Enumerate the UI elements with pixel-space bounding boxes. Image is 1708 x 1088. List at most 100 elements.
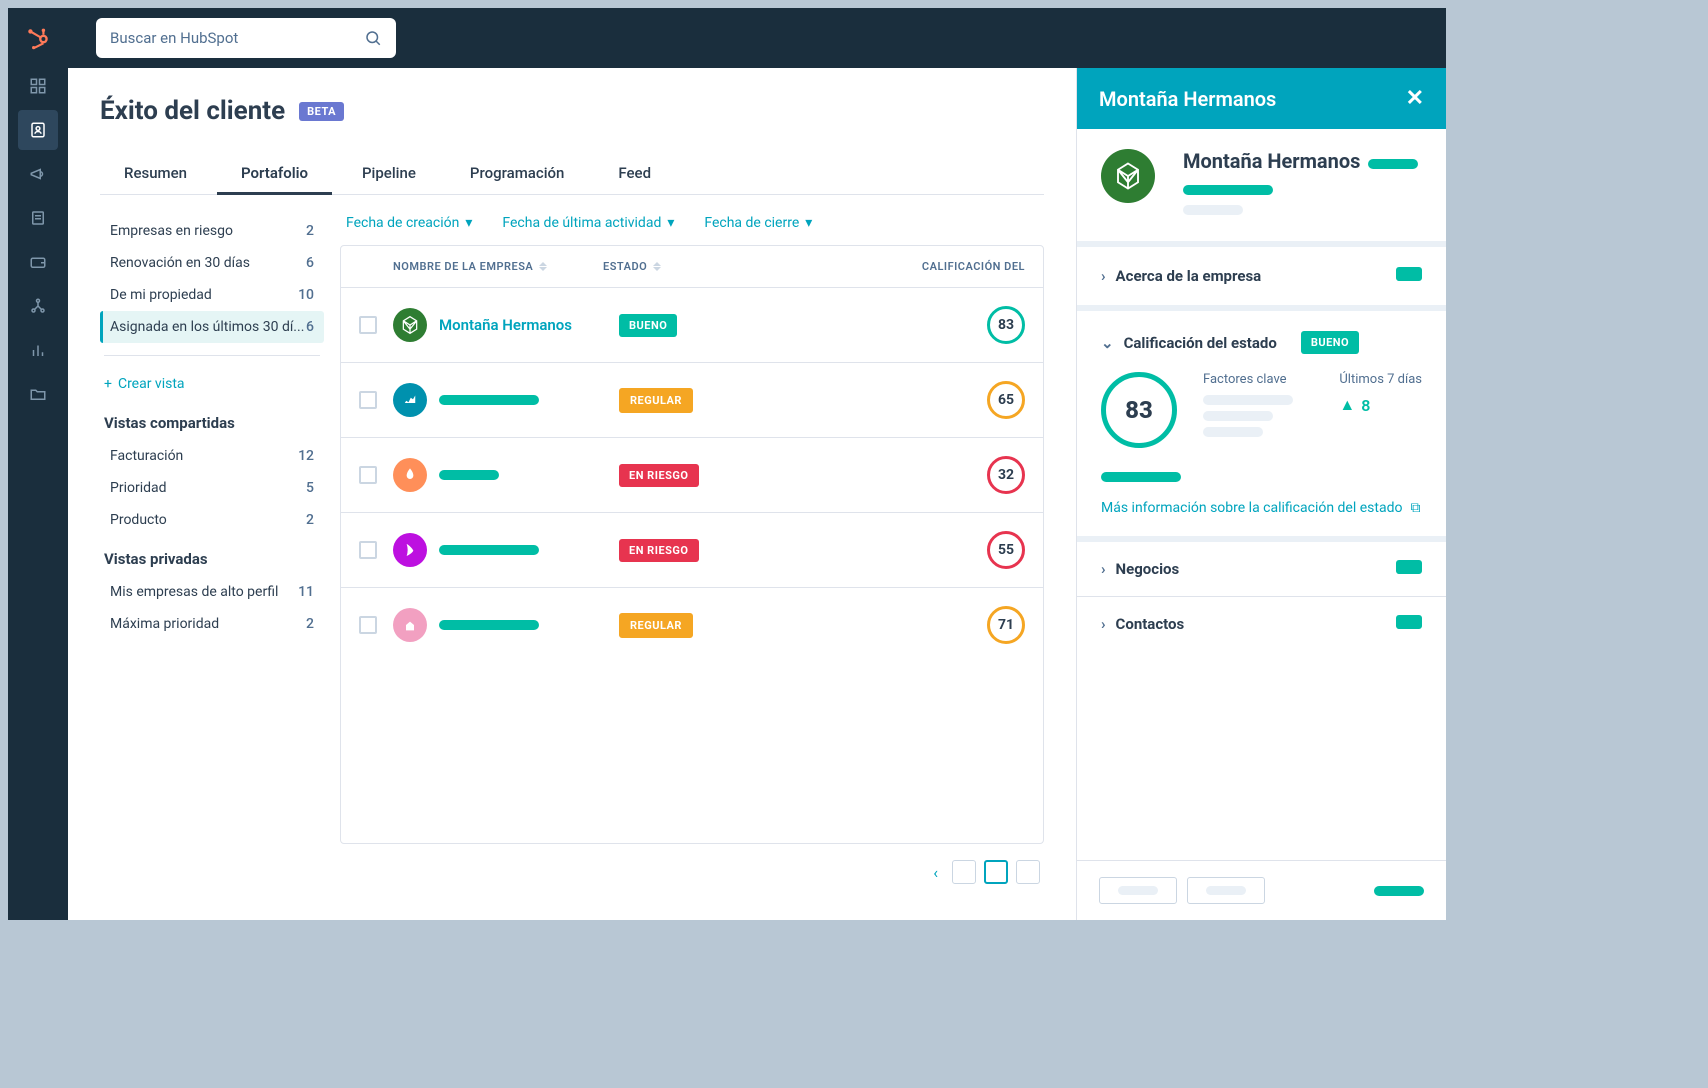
tab-portafolio[interactable]: Portafolio	[217, 154, 332, 195]
rail-item-wallet[interactable]	[18, 242, 58, 282]
tab-programacion[interactable]: Programación	[446, 154, 589, 194]
col-calificacion: CALIFICACIÓN DEL	[743, 260, 1025, 273]
search-input[interactable]	[110, 29, 364, 47]
table-row[interactable]: EN RIESGO 55	[341, 513, 1043, 588]
col-nombre[interactable]: NOMBRE DE LA EMPRESA	[393, 260, 603, 273]
section-health[interactable]: ⌄ Calificación del estado BUENO	[1101, 331, 1422, 354]
rail-item-megaphone[interactable]	[18, 154, 58, 194]
redacted-text	[1374, 886, 1424, 896]
page-box[interactable]	[952, 860, 976, 884]
view-prioridad[interactable]: Prioridad5	[100, 472, 324, 504]
score-ring: 71	[987, 606, 1025, 644]
redacted-text	[439, 470, 499, 480]
detail-panel: Montaña Hermanos ✕ Montaña Hermanos	[1076, 68, 1446, 920]
rail-item-folder[interactable]	[18, 374, 58, 414]
panel-header: Montaña Hermanos ✕	[1077, 68, 1446, 129]
health-score-ring: 83	[1101, 372, 1177, 448]
panel-footer	[1077, 860, 1446, 920]
rail-item-reports[interactable]	[18, 330, 58, 370]
tabs: Resumen Portafolio Pipeline Programación…	[100, 154, 1044, 195]
company-link[interactable]: Montaña Hermanos	[439, 316, 619, 334]
row-checkbox[interactable]	[359, 541, 377, 559]
redacted-text	[1101, 472, 1181, 482]
topbar	[68, 8, 1446, 68]
view-max-prioridad[interactable]: Máxima prioridad2	[100, 608, 324, 640]
rail-item-contacts[interactable]	[18, 110, 58, 150]
sort-icon	[539, 262, 547, 271]
page-title: Éxito del clienteBETA	[100, 96, 1044, 126]
table-row[interactable]: REGULAR 65	[341, 363, 1043, 438]
filter-fecha-actividad[interactable]: Fecha de última actividad▾	[502, 215, 674, 231]
close-icon[interactable]: ✕	[1406, 86, 1424, 111]
panel-company-name: Montaña Hermanos	[1183, 149, 1360, 173]
col-estado[interactable]: ESTADO	[603, 260, 743, 273]
rail-item-dashboard[interactable]	[18, 66, 58, 106]
pagination: ‹	[340, 844, 1044, 900]
section-deals[interactable]: › Negocios	[1101, 560, 1422, 578]
status-badge: BUENO	[619, 314, 677, 337]
view-asignada-30[interactable]: Asignada en los últimos 30 dí...6	[100, 311, 324, 343]
redacted-text	[1396, 267, 1422, 281]
factors-label: Factores clave	[1203, 372, 1313, 387]
score-ring: 65	[987, 381, 1025, 419]
company-avatar-icon	[393, 608, 427, 642]
chevron-down-icon: ▾	[667, 215, 674, 231]
page-box-active[interactable]	[984, 860, 1008, 884]
private-views-heading: Vistas privadas	[100, 536, 324, 576]
company-avatar-icon	[393, 533, 427, 567]
redacted-text	[439, 620, 539, 630]
table-row[interactable]: Montaña Hermanos BUENO 83	[341, 288, 1043, 363]
tab-pipeline[interactable]: Pipeline	[338, 154, 440, 194]
rail-item-document[interactable]	[18, 198, 58, 238]
companies-table: NOMBRE DE LA EMPRESA ESTADO CALIFICACIÓN…	[340, 245, 1044, 844]
learn-more-link[interactable]: Más información sobre la calificación de…	[1101, 500, 1422, 516]
view-alto-perfil[interactable]: Mis empresas de alto perfil11	[100, 576, 324, 608]
global-search[interactable]	[96, 18, 396, 58]
redacted-text	[1183, 185, 1273, 195]
redacted-text	[439, 395, 539, 405]
view-empresas-riesgo[interactable]: Empresas en riesgo2	[100, 215, 324, 247]
create-view-button[interactable]: +Crear vista	[100, 368, 324, 400]
footer-button-1[interactable]	[1099, 877, 1177, 904]
company-avatar-icon	[1101, 149, 1155, 203]
table-filters: Fecha de creación▾ Fecha de última activ…	[340, 215, 1044, 245]
tab-resumen[interactable]: Resumen	[100, 154, 211, 194]
trend-indicator: ▲8	[1339, 395, 1422, 415]
rail-item-network[interactable]	[18, 286, 58, 326]
table-row[interactable]: REGULAR 71	[341, 588, 1043, 662]
row-checkbox[interactable]	[359, 466, 377, 484]
view-mi-propiedad[interactable]: De mi propiedad10	[100, 279, 324, 311]
view-producto[interactable]: Producto2	[100, 504, 324, 536]
page-prev[interactable]: ‹	[927, 863, 944, 882]
filter-fecha-creacion[interactable]: Fecha de creación▾	[346, 215, 472, 231]
redacted-text	[1203, 427, 1263, 437]
chevron-down-icon: ▾	[805, 215, 812, 231]
section-contacts[interactable]: › Contactos	[1101, 615, 1422, 633]
chevron-down-icon: ⌄	[1101, 334, 1114, 352]
filter-fecha-cierre[interactable]: Fecha de cierre▾	[704, 215, 812, 231]
chevron-down-icon: ▾	[465, 215, 472, 231]
redacted-text	[1396, 560, 1422, 574]
row-checkbox[interactable]	[359, 316, 377, 334]
tab-feed[interactable]: Feed	[594, 154, 675, 194]
arrow-up-icon: ▲	[1339, 395, 1355, 415]
redacted-text	[1203, 395, 1293, 405]
nav-rail	[8, 8, 68, 920]
last7-label: Últimos 7 días	[1339, 372, 1422, 387]
score-ring: 32	[987, 456, 1025, 494]
footer-button-2[interactable]	[1187, 877, 1265, 904]
beta-badge: BETA	[299, 102, 344, 121]
page-box[interactable]	[1016, 860, 1040, 884]
redacted-text	[1203, 411, 1273, 421]
view-facturacion[interactable]: Facturación12	[100, 440, 324, 472]
row-checkbox[interactable]	[359, 616, 377, 634]
score-ring: 83	[987, 306, 1025, 344]
section-about[interactable]: › Acerca de la empresa	[1101, 267, 1422, 285]
view-renovacion-30[interactable]: Renovación en 30 días6	[100, 247, 324, 279]
table-row[interactable]: EN RIESGO 32	[341, 438, 1043, 513]
company-avatar-icon	[393, 383, 427, 417]
row-checkbox[interactable]	[359, 391, 377, 409]
company-avatar-icon	[393, 308, 427, 342]
sort-icon	[653, 262, 661, 271]
redacted-text	[1183, 205, 1243, 215]
